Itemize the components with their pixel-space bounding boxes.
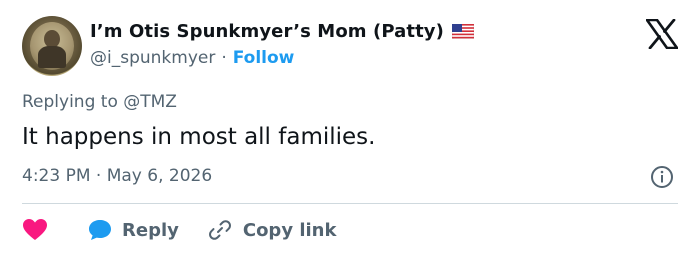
replying-to[interactable]: Replying to @TMZ bbox=[22, 92, 177, 112]
author-name[interactable]: I’m Otis Spunkmyer’s Mom (Patty) bbox=[90, 21, 444, 42]
link-icon bbox=[208, 220, 231, 240]
handle-row: @i_spunkmyer · Follow bbox=[90, 48, 294, 68]
author-name-row: I’m Otis Spunkmyer’s Mom (Patty) bbox=[90, 21, 474, 42]
action-bar: Reply Copy link bbox=[22, 214, 336, 246]
author-handle[interactable]: @i_spunkmyer bbox=[90, 48, 215, 68]
reply-label: Reply bbox=[122, 219, 179, 241]
info-icon[interactable] bbox=[650, 165, 674, 189]
tweet-timestamp[interactable]: 4:23 PM · May 6, 2026 bbox=[22, 166, 212, 186]
tweet-text: It happens in most all families. bbox=[22, 124, 376, 150]
divider bbox=[22, 203, 678, 204]
reply-button[interactable]: Reply bbox=[88, 219, 179, 241]
separator-dot: · bbox=[221, 48, 227, 68]
us-flag-icon bbox=[451, 24, 474, 39]
chat-bubble-icon bbox=[89, 220, 111, 240]
heart-icon[interactable] bbox=[22, 218, 48, 242]
follow-button[interactable]: Follow bbox=[233, 48, 295, 68]
avatar[interactable] bbox=[22, 16, 82, 76]
x-logo-icon[interactable] bbox=[646, 19, 678, 49]
copy-link-button[interactable]: Copy link bbox=[179, 219, 337, 241]
copy-link-label: Copy link bbox=[242, 219, 337, 241]
